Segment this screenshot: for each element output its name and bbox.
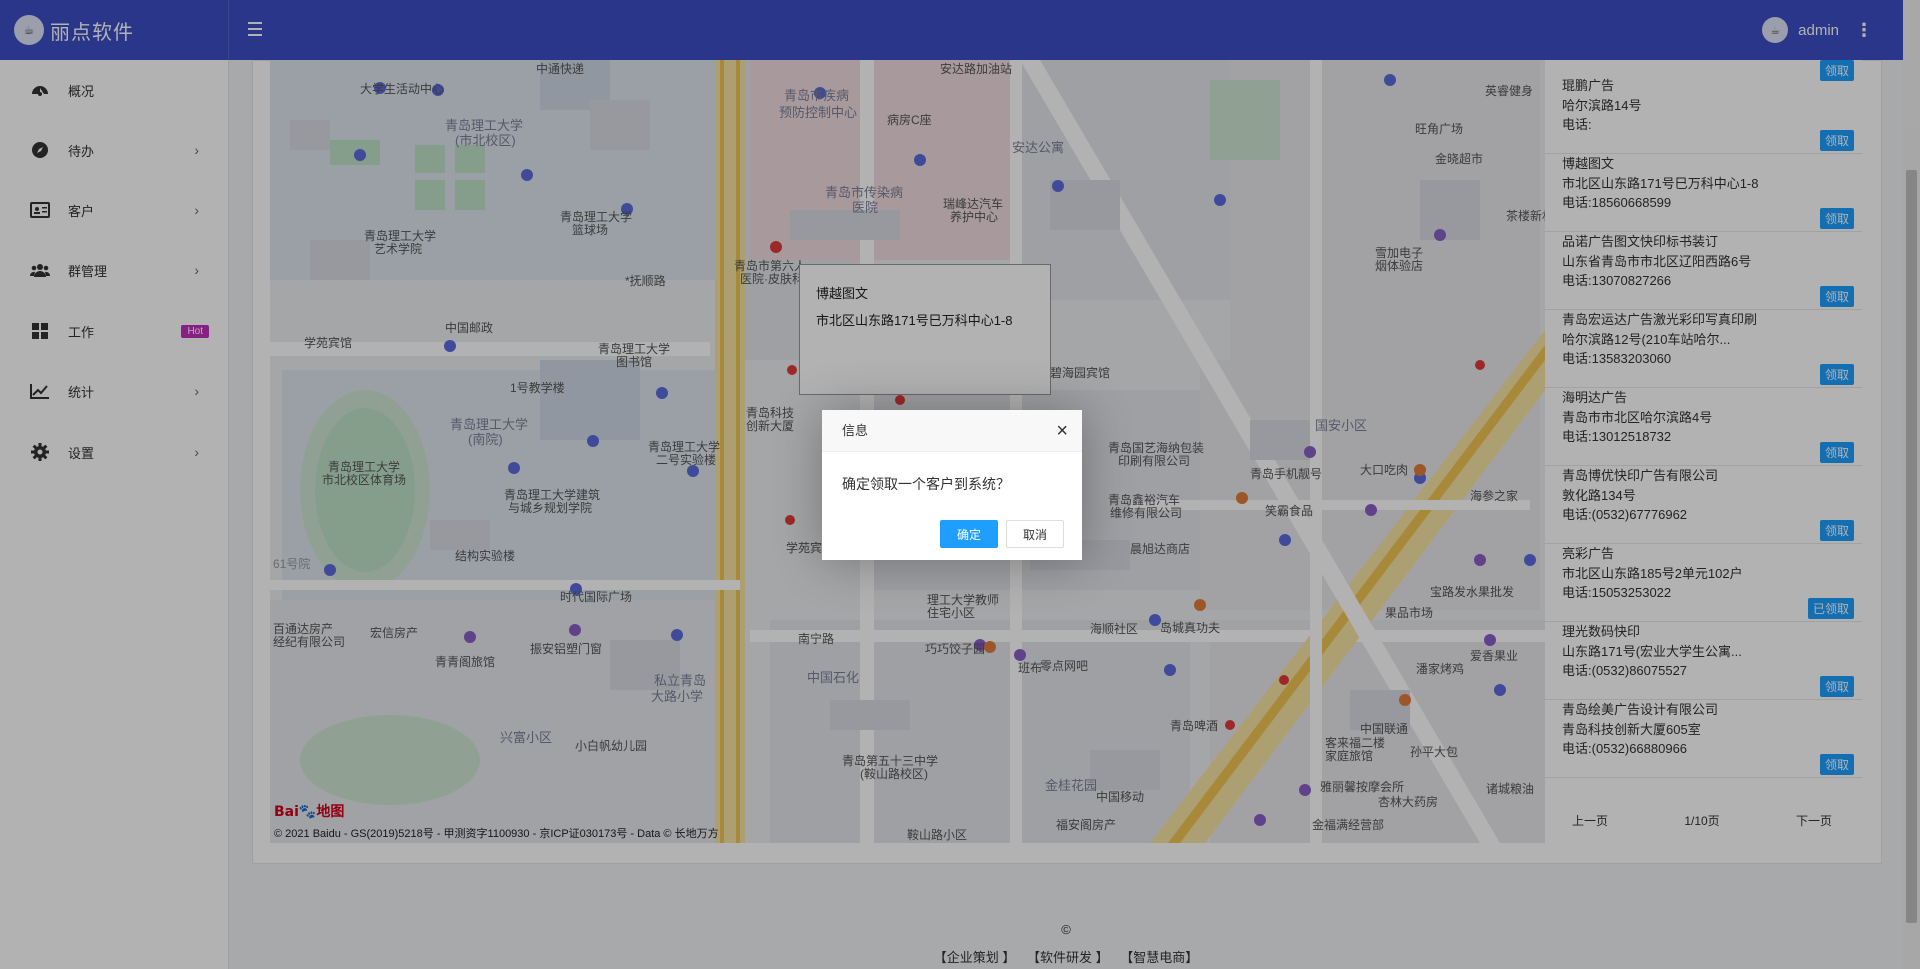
- dialog-buttons: 确定 取消: [940, 520, 1064, 548]
- confirm-dialog: 信息 × 确定领取一个客户到系统？ 确定 取消: [822, 410, 1082, 560]
- confirm-button[interactable]: 确定: [940, 520, 998, 548]
- cancel-button[interactable]: 取消: [1006, 520, 1064, 548]
- dialog-header: 信息 ×: [822, 410, 1082, 452]
- dialog-message: 确定领取一个客户到系统？: [842, 476, 1010, 492]
- close-icon[interactable]: ×: [1056, 410, 1068, 452]
- dialog-title: 信息: [842, 423, 869, 438]
